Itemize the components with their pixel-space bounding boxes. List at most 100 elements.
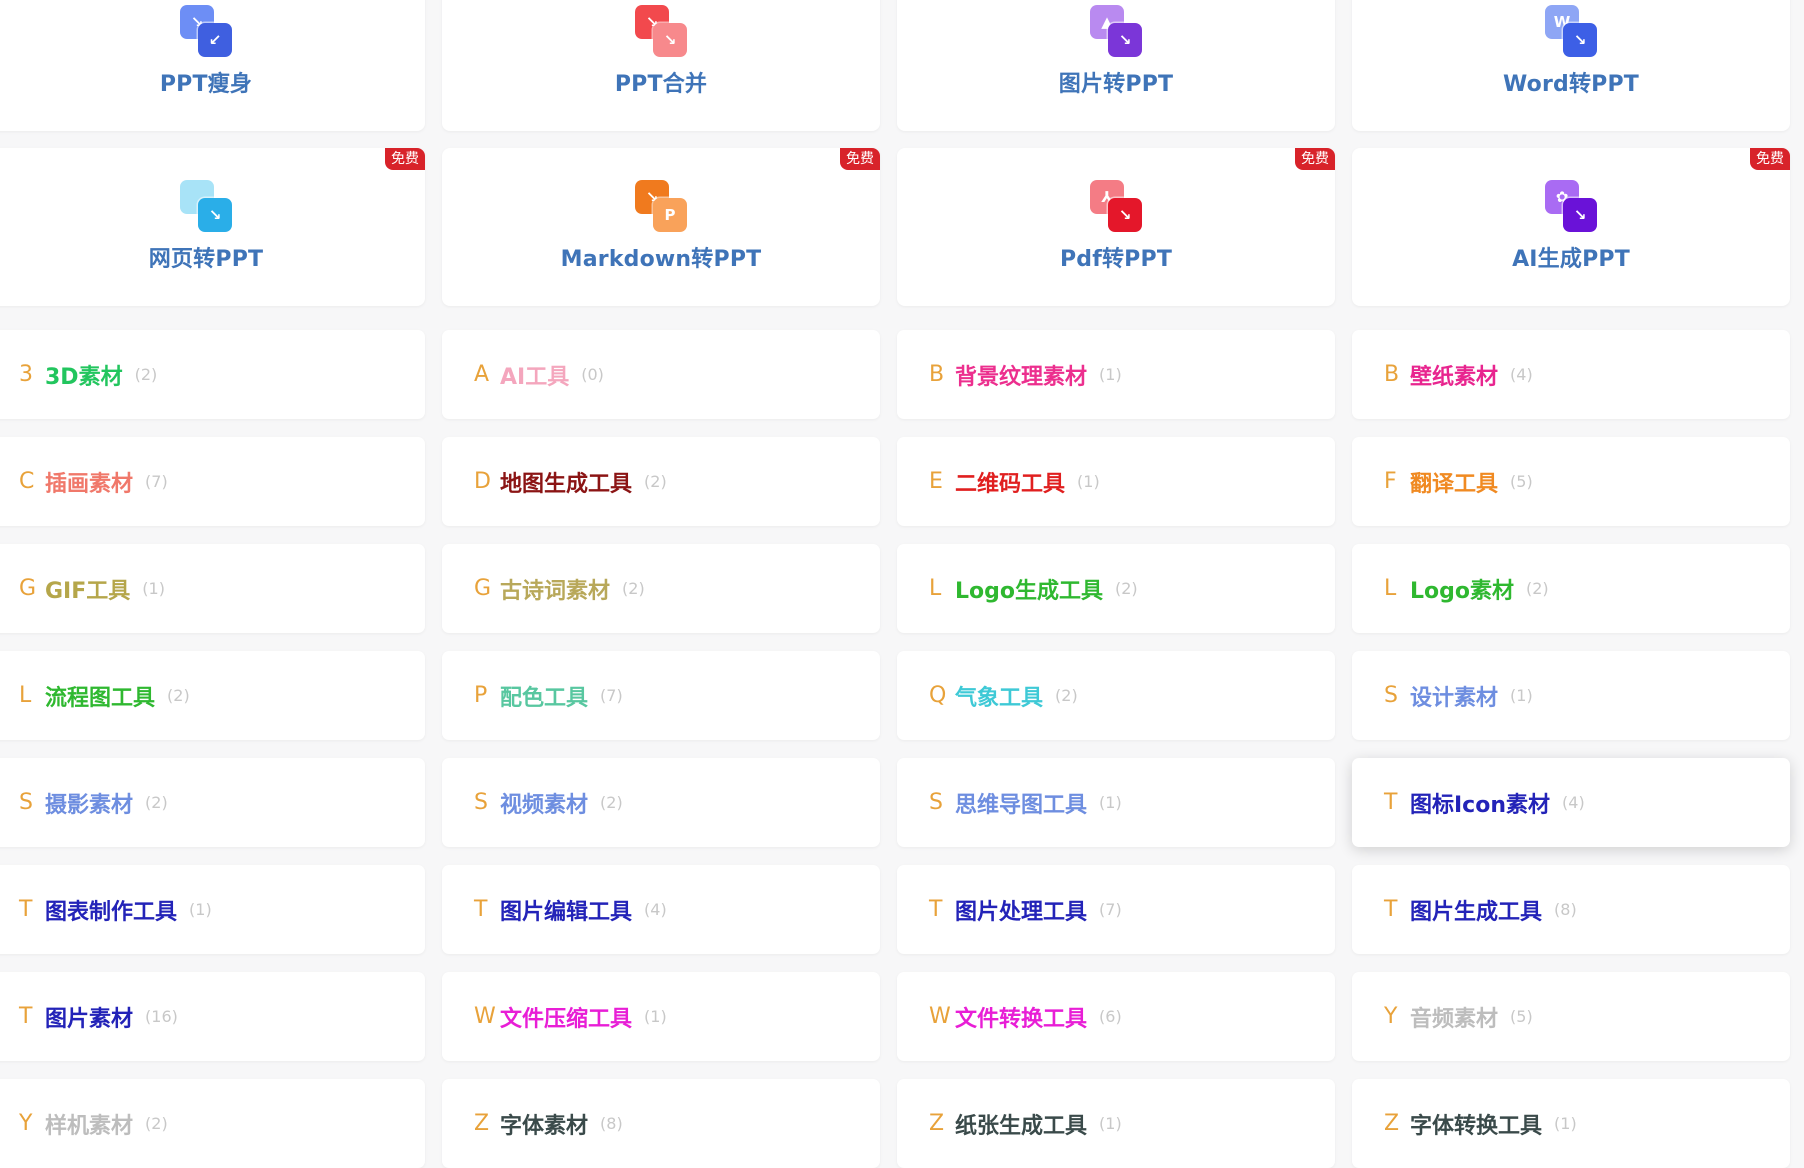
category-letter: L bbox=[929, 576, 942, 601]
category-name: 样机素材 bbox=[45, 1113, 134, 1139]
icon-front-square: ↘ bbox=[1563, 23, 1597, 57]
word-convert-icon: W ↘ bbox=[1543, 4, 1599, 58]
category-card[interactable]: A AI工具 (0) bbox=[442, 330, 880, 419]
category-name: 气象工具 bbox=[955, 685, 1044, 711]
tool-card[interactable]: 免费 ✿ ↘ AI生成PPT bbox=[1352, 148, 1790, 306]
tool-label: Word转PPT bbox=[1502, 72, 1640, 97]
category-card[interactable]: T 图片生成工具 (8) bbox=[1352, 865, 1790, 954]
category-card[interactable]: T 图标Icon素材 (4) bbox=[1352, 758, 1790, 847]
icon-front-square: ↘ bbox=[1563, 198, 1597, 232]
category-name: 图标Icon素材 bbox=[1410, 792, 1551, 818]
category-count: (2) bbox=[167, 686, 190, 705]
category-name: 思维导图工具 bbox=[955, 792, 1088, 818]
category-count: (0) bbox=[581, 365, 604, 384]
category-card[interactable]: T 图片编辑工具 (4) bbox=[442, 865, 880, 954]
category-name: 图片生成工具 bbox=[1410, 899, 1543, 925]
category-card[interactable]: T 图片素材 (16) bbox=[0, 972, 425, 1061]
category-letter: T bbox=[929, 897, 943, 922]
category-card[interactable]: 3 3D素材 (2) bbox=[0, 330, 425, 419]
category-name: 图片处理工具 bbox=[955, 899, 1088, 925]
category-letter: T bbox=[19, 897, 33, 922]
category-letter: Q bbox=[929, 683, 947, 708]
category-count: (7) bbox=[145, 472, 168, 491]
category-card[interactable]: L Logo素材 (2) bbox=[1352, 544, 1790, 633]
category-card[interactable]: B 背景纹理素材 (1) bbox=[897, 330, 1335, 419]
category-card[interactable]: S 视频素材 (2) bbox=[442, 758, 880, 847]
category-card[interactable]: Q 气象工具 (2) bbox=[897, 651, 1335, 740]
tool-card[interactable]: W ↘ Word转PPT bbox=[1352, 0, 1790, 131]
category-name: 文件压缩工具 bbox=[500, 1006, 633, 1032]
category-card[interactable]: E 二维码工具 (1) bbox=[897, 437, 1335, 526]
category-letter: S bbox=[1384, 683, 1398, 708]
tool-card[interactable]: ↘ ↙ PPT瘦身 bbox=[0, 0, 425, 131]
category-card[interactable]: S 思维导图工具 (1) bbox=[897, 758, 1335, 847]
category-name: 图表制作工具 bbox=[45, 899, 178, 925]
category-letter: D bbox=[474, 469, 491, 494]
category-letter: S bbox=[19, 790, 33, 815]
category-name: 设计素材 bbox=[1410, 685, 1499, 711]
category-card[interactable]: Y 样机素材 (2) bbox=[0, 1079, 425, 1168]
category-letter: L bbox=[19, 683, 32, 708]
category-count: (2) bbox=[145, 793, 168, 812]
category-card[interactable]: C 插画素材 (7) bbox=[0, 437, 425, 526]
category-count: (1) bbox=[644, 1007, 667, 1026]
category-name: 插画素材 bbox=[45, 471, 134, 497]
tool-card[interactable]: ▲ ↘ 图片转PPT bbox=[897, 0, 1335, 131]
category-count: (8) bbox=[600, 1114, 623, 1133]
tool-card[interactable]: ↘ ↘ PPT合并 bbox=[442, 0, 880, 131]
pdf-convert-icon: ⅄ ↘ bbox=[1088, 179, 1144, 233]
category-grid: 3 3D素材 (2) A AI工具 (0) B 背景纹理素材 (1) B 壁纸素… bbox=[0, 330, 1790, 1168]
category-card[interactable]: G GIF工具 (1) bbox=[0, 544, 425, 633]
category-card[interactable]: T 图片处理工具 (7) bbox=[897, 865, 1335, 954]
free-badge: 免费 bbox=[1295, 148, 1335, 170]
free-badge: 免费 bbox=[1750, 148, 1790, 170]
icon-front-square: ↘ bbox=[653, 23, 687, 57]
icon-front-square: ↘ bbox=[1108, 23, 1142, 57]
category-count: (1) bbox=[1099, 793, 1122, 812]
category-card[interactable]: B 壁纸素材 (4) bbox=[1352, 330, 1790, 419]
category-card[interactable]: L Logo生成工具 (2) bbox=[897, 544, 1335, 633]
category-card[interactable]: W 文件压缩工具 (1) bbox=[442, 972, 880, 1061]
category-card[interactable]: F 翻译工具 (5) bbox=[1352, 437, 1790, 526]
category-card[interactable]: G 古诗词素材 (2) bbox=[442, 544, 880, 633]
tool-card[interactable]: 免费 ↘ P Markdown转PPT bbox=[442, 148, 880, 306]
compress-icon: ↘ ↙ bbox=[178, 4, 234, 58]
category-letter: F bbox=[1384, 469, 1397, 494]
category-letter: Y bbox=[1384, 1004, 1398, 1029]
category-name: 古诗词素材 bbox=[500, 578, 611, 604]
category-name: AI工具 bbox=[500, 364, 570, 390]
category-letter: S bbox=[474, 790, 488, 815]
category-card[interactable]: T 图表制作工具 (1) bbox=[0, 865, 425, 954]
category-name: 背景纹理素材 bbox=[955, 364, 1088, 390]
category-count: (7) bbox=[1099, 900, 1122, 919]
category-card[interactable]: W 文件转换工具 (6) bbox=[897, 972, 1335, 1061]
category-card[interactable]: P 配色工具 (7) bbox=[442, 651, 880, 740]
category-count: (1) bbox=[189, 900, 212, 919]
free-badge: 免费 bbox=[840, 148, 880, 170]
tool-card[interactable]: 免费 ↘ 网页转PPT bbox=[0, 148, 425, 306]
tool-label: 图片转PPT bbox=[1058, 72, 1174, 97]
category-count: (7) bbox=[600, 686, 623, 705]
category-count: (1) bbox=[1099, 365, 1122, 384]
category-card[interactable]: L 流程图工具 (2) bbox=[0, 651, 425, 740]
category-count: (1) bbox=[1510, 686, 1533, 705]
ai-generate-icon: ✿ ↘ bbox=[1543, 179, 1599, 233]
category-card[interactable]: S 设计素材 (1) bbox=[1352, 651, 1790, 740]
category-count: (2) bbox=[134, 365, 158, 384]
category-count: (2) bbox=[600, 793, 623, 812]
category-card[interactable]: Z 字体素材 (8) bbox=[442, 1079, 880, 1168]
category-name: 流程图工具 bbox=[45, 685, 156, 711]
category-count: (1) bbox=[1099, 1114, 1122, 1133]
category-name: 纸张生成工具 bbox=[955, 1113, 1088, 1139]
markdown-convert-icon: ↘ P bbox=[633, 179, 689, 233]
category-letter: T bbox=[474, 897, 488, 922]
category-count: (1) bbox=[142, 579, 165, 598]
category-card[interactable]: Z 纸张生成工具 (1) bbox=[897, 1079, 1335, 1168]
category-card[interactable]: Y 音频素材 (5) bbox=[1352, 972, 1790, 1061]
tool-card[interactable]: 免费 ⅄ ↘ Pdf转PPT bbox=[897, 148, 1335, 306]
category-name: 文件转换工具 bbox=[955, 1006, 1088, 1032]
category-card[interactable]: S 摄影素材 (2) bbox=[0, 758, 425, 847]
category-card[interactable]: Z 字体转换工具 (1) bbox=[1352, 1079, 1790, 1168]
category-card[interactable]: D 地图生成工具 (2) bbox=[442, 437, 880, 526]
category-name: 配色工具 bbox=[500, 685, 589, 711]
